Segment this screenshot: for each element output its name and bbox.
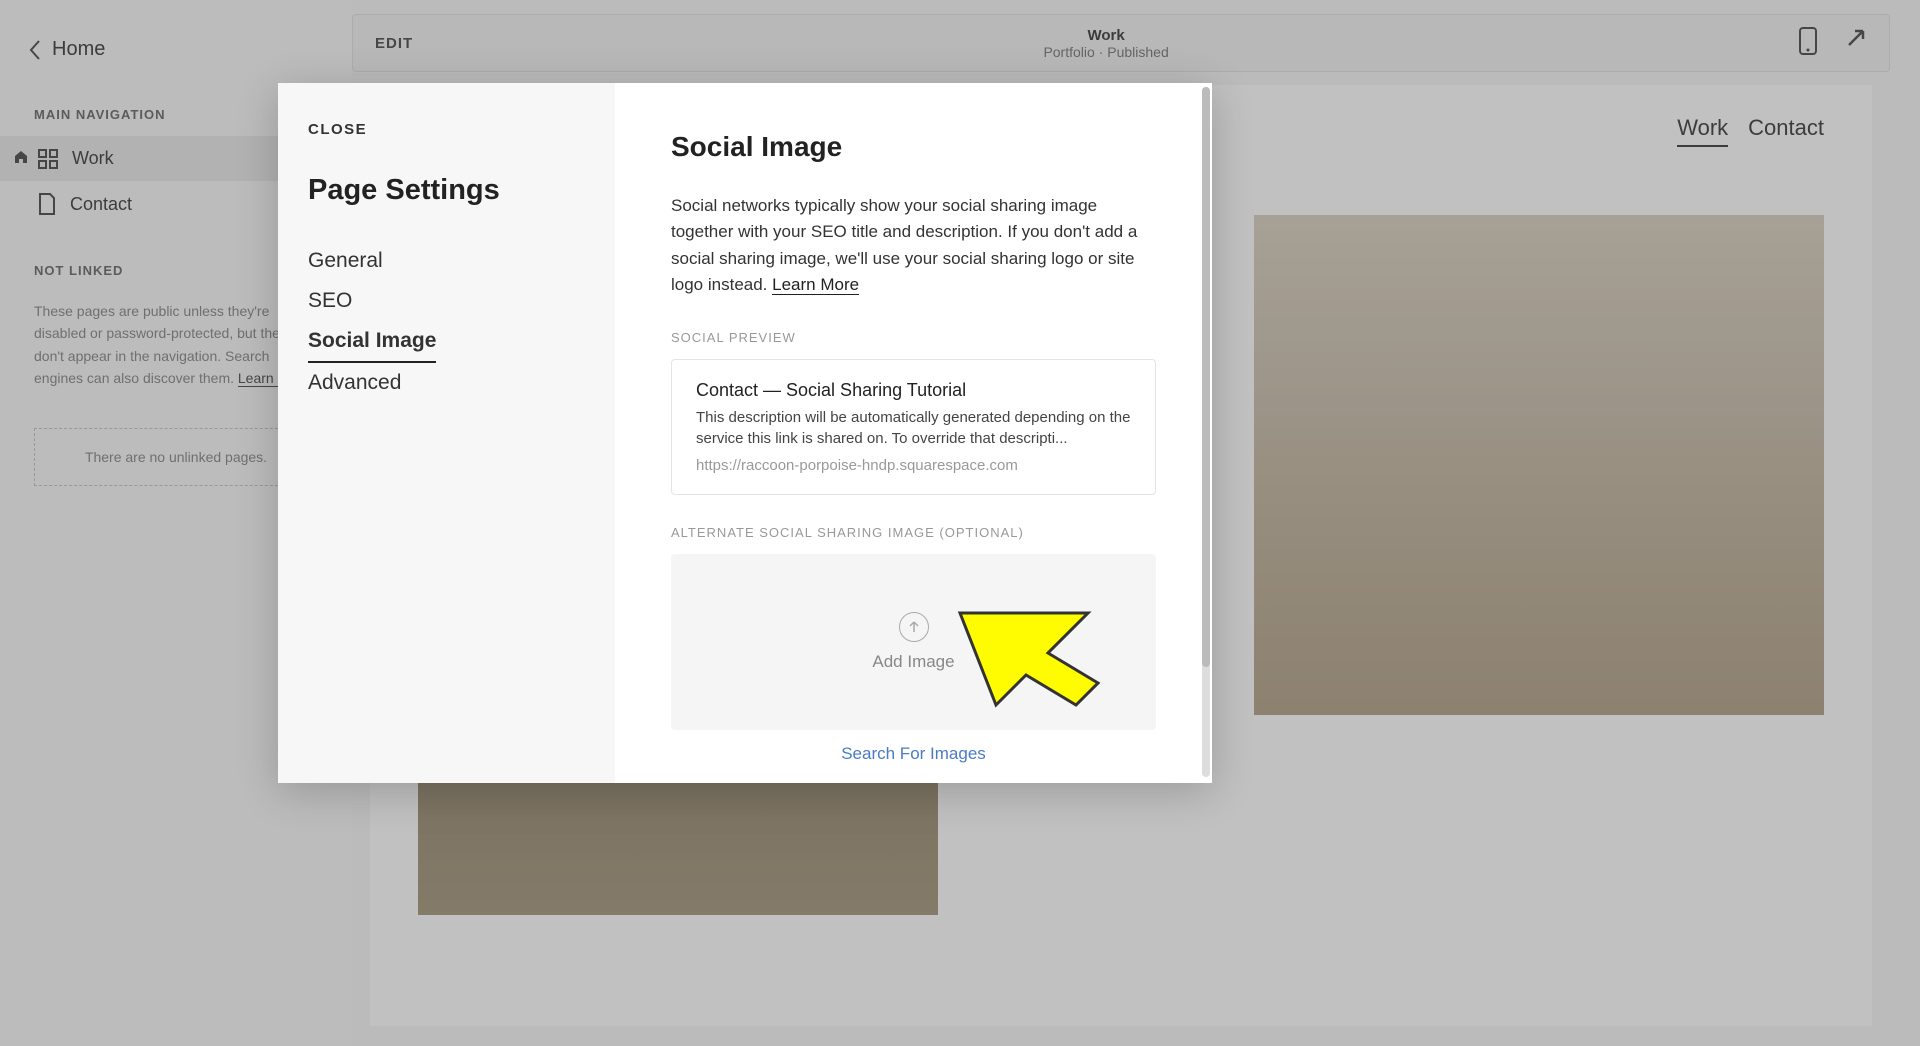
modal-scrollbar[interactable] xyxy=(1202,87,1210,777)
content-title: Social Image xyxy=(671,131,1156,163)
page-settings-modal: CLOSE Page Settings General SEO Social I… xyxy=(278,83,1212,783)
tab-social-image[interactable]: Social Image xyxy=(308,321,436,363)
tab-general[interactable]: General xyxy=(308,241,585,281)
modal-sidebar: CLOSE Page Settings General SEO Social I… xyxy=(278,83,615,783)
modal-title: Page Settings xyxy=(308,174,585,207)
social-preview-label: SOCIAL PREVIEW xyxy=(671,330,1156,345)
tab-advanced[interactable]: Advanced xyxy=(308,363,585,403)
scrollbar-thumb[interactable] xyxy=(1202,87,1210,667)
tab-seo[interactable]: SEO xyxy=(308,281,585,321)
upload-icon xyxy=(899,612,929,642)
modal-content: Social Image Social networks typically s… xyxy=(615,83,1212,783)
preview-card-url: https://raccoon-porpoise-hndp.squarespac… xyxy=(696,457,1131,474)
preview-card-title: Contact — Social Sharing Tutorial xyxy=(696,380,1131,401)
add-image-label: Add Image xyxy=(872,652,954,672)
social-preview-card: Contact — Social Sharing Tutorial This d… xyxy=(671,359,1156,495)
cursor-annotation xyxy=(948,605,1108,715)
content-description: Social networks typically show your soci… xyxy=(671,193,1156,298)
learn-more-link[interactable]: Learn More xyxy=(772,275,859,295)
search-for-images-link[interactable]: Search For Images xyxy=(671,744,1156,764)
preview-card-description: This description will be automatically g… xyxy=(696,407,1131,449)
close-button[interactable]: CLOSE xyxy=(308,121,585,138)
alt-image-label: ALTERNATE SOCIAL SHARING IMAGE (OPTIONAL… xyxy=(671,525,1156,540)
